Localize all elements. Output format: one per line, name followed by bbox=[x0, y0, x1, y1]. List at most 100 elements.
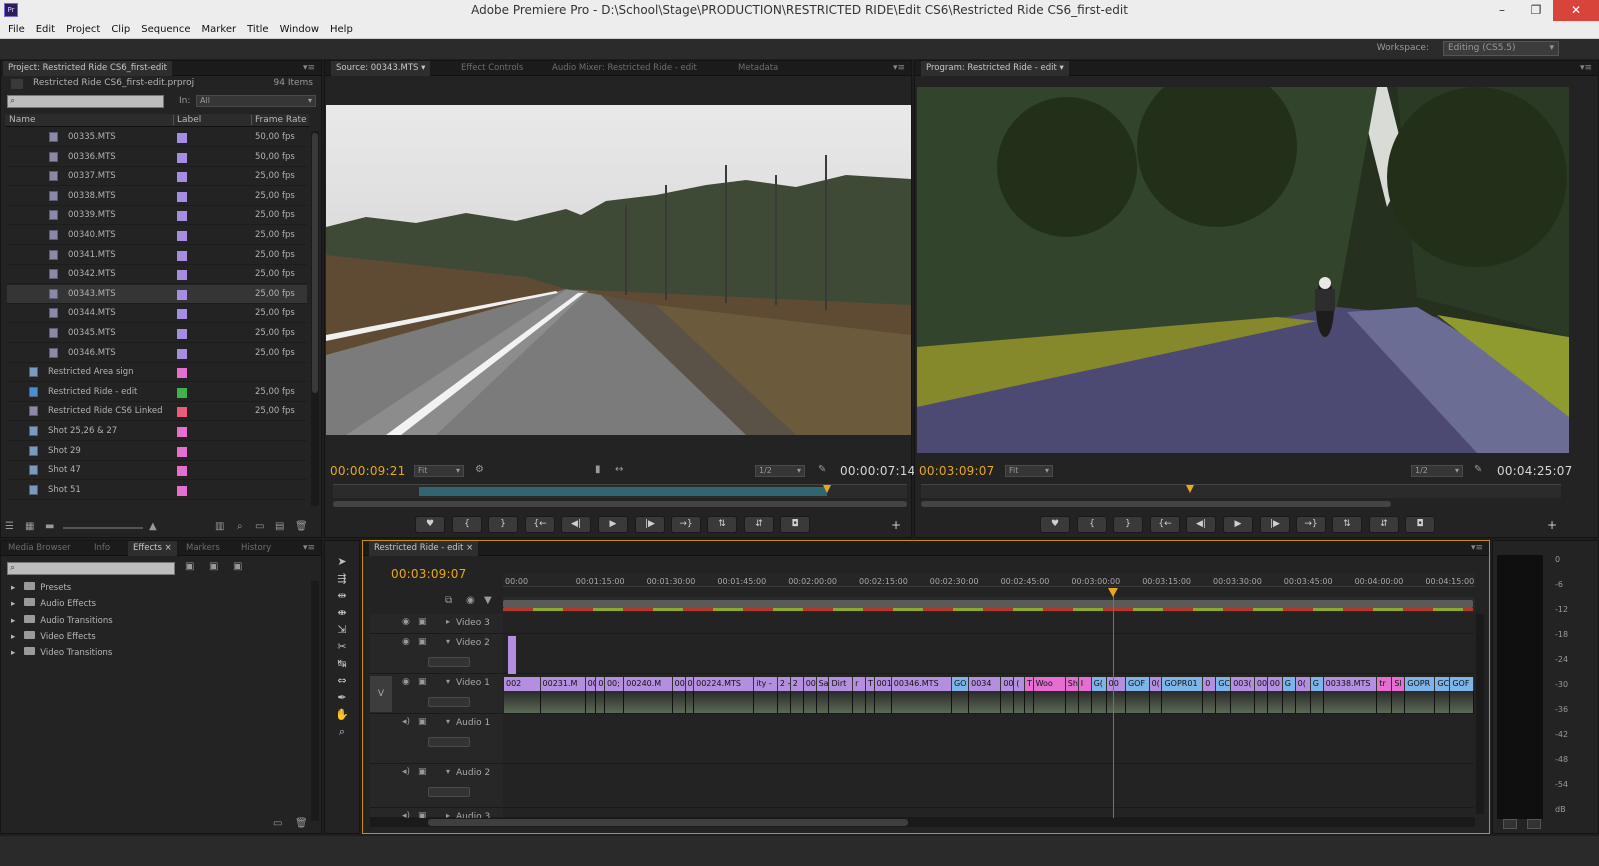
zoom-tool-icon[interactable]: ⌕ bbox=[325, 723, 359, 740]
trash-icon[interactable]: 🗑 bbox=[295, 521, 308, 532]
program-zoom-bar[interactable] bbox=[921, 501, 1391, 507]
source-time-ruler[interactable] bbox=[333, 484, 907, 498]
timeline-clip[interactable]: 00346.MTS bbox=[891, 677, 952, 691]
effects-folder-video-transitions[interactable]: ▸ Video Transitions bbox=[11, 647, 112, 663]
label-swatch[interactable] bbox=[177, 387, 187, 398]
insert-button[interactable]: ⇅ bbox=[1332, 516, 1362, 533]
add-button-icon[interactable]: + bbox=[891, 518, 901, 532]
expand-triangle-icon[interactable]: ▸ bbox=[11, 583, 15, 593]
play-button[interactable]: ▶ bbox=[598, 516, 628, 533]
timeline-clip[interactable]: GO bbox=[951, 677, 970, 691]
program-fit-select[interactable]: Fit ▾ bbox=[1005, 465, 1053, 477]
panel-menu-icon[interactable]: ▾≡ bbox=[893, 63, 905, 73]
overwrite-button[interactable]: ⇵ bbox=[1369, 516, 1399, 533]
timeline-clip[interactable]: Dirt bbox=[829, 677, 854, 691]
export-frame-button[interactable]: ◘ bbox=[780, 516, 810, 533]
sync-lock-icon[interactable]: ▣ bbox=[418, 717, 427, 727]
timeline-clip[interactable]: 00240.M bbox=[624, 677, 673, 691]
sync-lock-icon[interactable]: ▣ bbox=[418, 617, 427, 627]
project-row[interactable]: Restricted Ride - edit 25,00 fps bbox=[7, 383, 307, 402]
timeline-clip[interactable]: G( bbox=[1091, 677, 1107, 691]
tab-source[interactable]: Source: 00343.MTS ▾ bbox=[331, 61, 431, 76]
timeline-clip[interactable]: 0( bbox=[1149, 677, 1163, 691]
project-row[interactable]: Shot 51 bbox=[7, 481, 307, 500]
tab-metadata[interactable]: Metadata bbox=[733, 61, 783, 76]
project-row[interactable]: Shot 29 bbox=[7, 442, 307, 461]
project-row[interactable]: 00346.MTS 25,00 fps bbox=[7, 344, 307, 363]
go-to-in-button[interactable]: {← bbox=[1150, 516, 1180, 533]
timeline-clip[interactable]: 0034 bbox=[969, 677, 1002, 691]
menu-project[interactable]: Project bbox=[66, 24, 100, 35]
expand-triangle-icon[interactable]: ▾ bbox=[446, 677, 450, 686]
label-swatch[interactable] bbox=[177, 407, 187, 418]
label-swatch[interactable] bbox=[177, 133, 187, 143]
expand-triangle-icon[interactable]: ▾ bbox=[446, 717, 450, 726]
timeline-vscrollbar[interactable] bbox=[1476, 614, 1484, 814]
timeline-clip[interactable]: ( bbox=[1014, 677, 1025, 691]
menu-help[interactable]: Help bbox=[330, 24, 353, 35]
32bit-effects-icon[interactable]: ▣ bbox=[209, 561, 218, 572]
menu-window[interactable]: Window bbox=[280, 24, 319, 35]
project-row[interactable]: Restricted Ride CS6 Linked 25,00 fps bbox=[7, 402, 307, 422]
go-to-out-button[interactable]: →} bbox=[671, 516, 701, 533]
expand-triangle-icon[interactable]: ▸ bbox=[11, 648, 15, 658]
timeline-clip[interactable]: 2 bbox=[790, 677, 804, 691]
marker-icon[interactable]: ▼ bbox=[484, 595, 492, 606]
expand-triangle-icon[interactable]: ▸ bbox=[11, 616, 15, 626]
timeline-clip[interactable]: T bbox=[1024, 677, 1034, 691]
project-row[interactable]: 00339.MTS 25,00 fps bbox=[7, 206, 307, 226]
label-swatch[interactable] bbox=[177, 152, 187, 163]
keyframe-toggle[interactable] bbox=[428, 737, 470, 747]
source-current-timecode[interactable]: 00:00:09:21 bbox=[330, 464, 405, 478]
effects-folder-presets[interactable]: ▸ Presets bbox=[11, 582, 71, 598]
label-swatch[interactable] bbox=[177, 329, 187, 339]
step-forward-button[interactable]: |▶ bbox=[1260, 516, 1290, 533]
timeline-clip[interactable]: 00 bbox=[1254, 677, 1268, 691]
trash-icon[interactable]: 🗑 bbox=[295, 818, 308, 829]
speaker-icon[interactable]: ◂) bbox=[402, 717, 410, 727]
export-frame-button[interactable]: ◘ bbox=[1405, 516, 1435, 533]
timeline-clip[interactable]: 00 bbox=[585, 677, 597, 691]
tab-media-browser[interactable]: Media Browser bbox=[3, 541, 76, 556]
label-swatch[interactable] bbox=[177, 172, 187, 183]
sync-lock-icon[interactable]: ▣ bbox=[418, 767, 427, 777]
label-swatch[interactable] bbox=[177, 250, 187, 261]
mark-in-button[interactable]: { bbox=[452, 516, 482, 533]
project-row[interactable]: 00336.MTS 50,00 fps bbox=[7, 148, 307, 167]
tab-markers[interactable]: Markers bbox=[181, 541, 225, 556]
automate-sequence-icon[interactable]: ▥ bbox=[215, 521, 224, 532]
project-row[interactable]: Shot 25,26 & 27 bbox=[7, 422, 307, 441]
menu-edit[interactable]: Edit bbox=[36, 24, 55, 35]
timeline-clip[interactable]: 002 bbox=[504, 677, 541, 691]
keyframe-toggle[interactable] bbox=[428, 787, 470, 797]
panel-menu-icon[interactable]: ▾≡ bbox=[1580, 63, 1592, 73]
label-swatch[interactable] bbox=[177, 289, 187, 300]
tab-project[interactable]: Project: Restricted Ride CS6_first-edit bbox=[3, 61, 172, 76]
menu-title[interactable]: Title bbox=[247, 24, 268, 35]
project-search-input[interactable]: ⌕ bbox=[7, 95, 164, 108]
new-bin-icon[interactable]: ▭ bbox=[255, 521, 264, 532]
label-swatch[interactable] bbox=[177, 231, 187, 241]
timeline-clip[interactable]: 00338.MTS bbox=[1323, 677, 1378, 691]
find-icon[interactable]: ⌕ bbox=[237, 521, 243, 532]
project-row[interactable]: 00341.MTS 25,00 fps bbox=[7, 246, 307, 265]
project-row[interactable]: 00340.MTS 25,00 fps bbox=[7, 226, 307, 245]
timeline-clip[interactable]: 00 bbox=[1267, 677, 1283, 691]
timeline-timecode[interactable]: 00:03:09:07 bbox=[391, 567, 466, 581]
project-scrollbar[interactable] bbox=[311, 131, 319, 506]
timeline-clip[interactable]: Sl bbox=[1392, 677, 1406, 691]
panel-menu-icon[interactable]: ▾≡ bbox=[303, 63, 315, 73]
expand-triangle-icon[interactable]: ▸ bbox=[11, 599, 15, 609]
overwrite-button[interactable]: ⇵ bbox=[744, 516, 774, 533]
menu-marker[interactable]: Marker bbox=[202, 24, 237, 35]
project-row[interactable]: 00343.MTS 25,00 fps bbox=[7, 284, 307, 304]
timeline-clip[interactable]: 0 bbox=[596, 677, 605, 691]
close-button[interactable]: ✕ bbox=[1553, 0, 1599, 21]
sync-lock-icon[interactable]: ▣ bbox=[418, 677, 427, 687]
close-icon[interactable]: × bbox=[466, 543, 473, 553]
effects-folder-audio-transitions[interactable]: ▸ Audio Transitions bbox=[11, 614, 113, 631]
menu-sequence[interactable]: Sequence bbox=[141, 24, 190, 35]
label-swatch[interactable] bbox=[177, 191, 187, 202]
timeline-clip[interactable]: 00 bbox=[803, 677, 817, 691]
timeline-clip[interactable]: Sh bbox=[1065, 677, 1079, 691]
